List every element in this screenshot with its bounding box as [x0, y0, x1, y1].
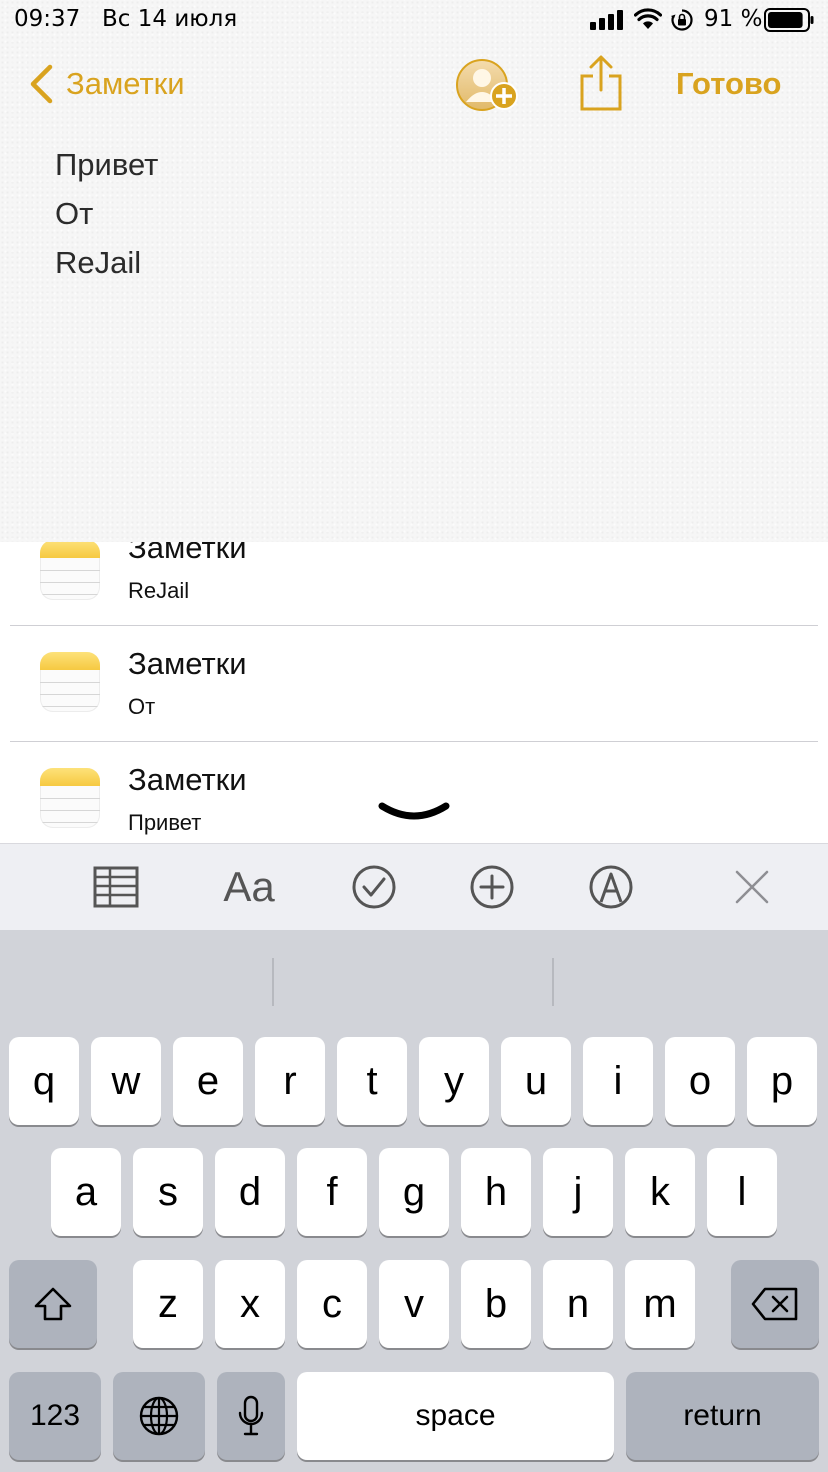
key-x[interactable]: x	[215, 1260, 285, 1348]
backspace-icon	[751, 1287, 798, 1321]
globe-icon	[139, 1396, 179, 1436]
wifi-icon	[634, 8, 662, 29]
dictation-key[interactable]	[217, 1372, 285, 1460]
key-c[interactable]: c	[297, 1260, 367, 1348]
key-j[interactable]: j	[543, 1148, 613, 1236]
formatting-toolbar: Aa	[0, 843, 828, 930]
note-line: Привет	[55, 147, 159, 182]
cellular-signal-icon	[590, 10, 624, 30]
share-icon[interactable]	[578, 54, 624, 112]
key-a[interactable]: a	[51, 1148, 121, 1236]
suggestion-title: Заметки	[128, 542, 247, 565]
chevron-left-icon	[30, 64, 53, 104]
key-l[interactable]: l	[707, 1148, 777, 1236]
shift-key[interactable]	[9, 1260, 97, 1348]
key-k[interactable]: k	[625, 1148, 695, 1236]
insert-button[interactable]	[468, 862, 516, 912]
list-item[interactable]: Заметки Привет	[0, 742, 828, 843]
key-o[interactable]: o	[665, 1037, 735, 1125]
space-key[interactable]: space	[297, 1372, 614, 1460]
status-time: 09:37	[14, 6, 81, 32]
key-v[interactable]: v	[379, 1260, 449, 1348]
note-line: От	[55, 196, 94, 231]
key-b[interactable]: b	[461, 1260, 531, 1348]
key-m[interactable]: m	[625, 1260, 695, 1348]
key-z[interactable]: z	[133, 1260, 203, 1348]
add-person-icon[interactable]	[452, 56, 522, 114]
key-d[interactable]: d	[215, 1148, 285, 1236]
return-key[interactable]: return	[626, 1372, 819, 1460]
prediction-divider	[272, 958, 274, 1006]
microphone-icon	[238, 1395, 264, 1436]
list-item[interactable]: Заметки ReJail	[0, 542, 828, 626]
globe-key[interactable]	[113, 1372, 205, 1460]
navigation-bar: Заметки Готово	[0, 50, 828, 120]
status-date: Вс 14 июля	[102, 6, 238, 32]
key-i[interactable]: i	[583, 1037, 653, 1125]
key-s[interactable]: s	[133, 1148, 203, 1236]
done-button[interactable]: Готово	[676, 66, 782, 102]
notes-app-icon	[40, 768, 100, 828]
add-icon	[470, 865, 514, 909]
format-button[interactable]: Aa	[214, 862, 284, 912]
key-h[interactable]: h	[461, 1148, 531, 1236]
back-button[interactable]: Заметки	[28, 62, 185, 106]
key-n[interactable]: n	[543, 1260, 613, 1348]
markup-pen-icon	[589, 865, 633, 909]
note-line: ReJail	[55, 245, 142, 280]
suggestion-subtitle: ReJail	[128, 578, 190, 603]
note-text[interactable]: Привет От ReJail	[55, 145, 158, 292]
suggestion-title: Заметки	[128, 762, 247, 797]
suggestion-subtitle: От	[128, 694, 156, 719]
prediction-divider	[552, 958, 554, 1006]
list-item[interactable]: Заметки От	[0, 626, 828, 742]
table-button[interactable]	[92, 862, 140, 912]
back-label: Заметки	[66, 66, 185, 101]
battery-icon	[764, 8, 814, 32]
notes-app-icon	[40, 652, 100, 712]
orientation-lock-icon	[671, 9, 693, 31]
numbers-key[interactable]: 123	[9, 1372, 101, 1460]
status-bar: 09:37 Вс 14 июля 91 %	[0, 0, 828, 40]
keyboard: q w e r t y u i o p a s d f g h j k l z …	[0, 930, 828, 1472]
key-q[interactable]: q	[9, 1037, 79, 1125]
close-toolbar-button[interactable]	[728, 862, 776, 912]
note-editor: 09:37 Вс 14 июля 91 % Заметки Готово При…	[0, 0, 828, 542]
key-y[interactable]: y	[419, 1037, 489, 1125]
checklist-button[interactable]	[350, 862, 398, 912]
chevron-down-icon[interactable]	[378, 800, 450, 826]
checklist-icon	[352, 865, 396, 909]
key-w[interactable]: w	[91, 1037, 161, 1125]
text-format-icon: Aa	[223, 863, 275, 910]
suggestions-list: Заметки ReJail Заметки От Заметки Привет	[0, 542, 828, 843]
key-t[interactable]: t	[337, 1037, 407, 1125]
key-u[interactable]: u	[501, 1037, 571, 1125]
key-e[interactable]: e	[173, 1037, 243, 1125]
close-icon	[735, 870, 769, 904]
shift-icon	[34, 1287, 72, 1321]
key-f[interactable]: f	[297, 1148, 367, 1236]
key-p[interactable]: p	[747, 1037, 817, 1125]
markup-button[interactable]	[587, 862, 635, 912]
suggestion-title: Заметки	[128, 646, 247, 681]
key-r[interactable]: r	[255, 1037, 325, 1125]
table-icon	[93, 866, 139, 908]
suggestion-subtitle: Привет	[128, 810, 202, 835]
battery-percent: 91 %	[704, 6, 763, 32]
key-g[interactable]: g	[379, 1148, 449, 1236]
notes-app-icon	[40, 542, 100, 600]
backspace-key[interactable]	[731, 1260, 819, 1348]
